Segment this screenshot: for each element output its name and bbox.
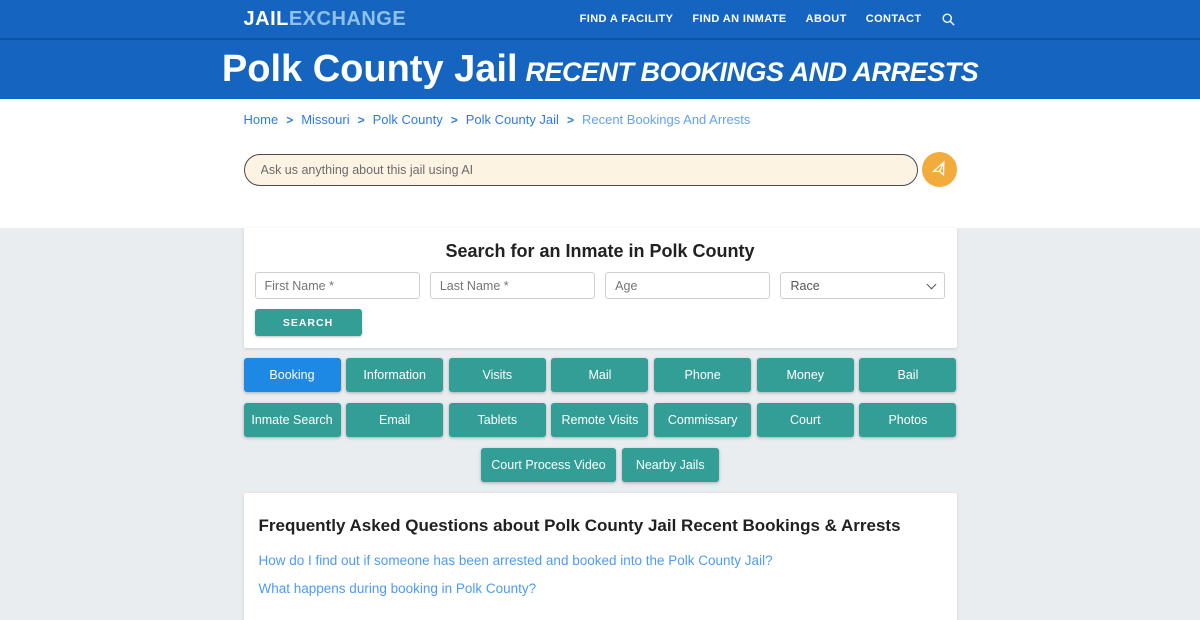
ai-send-button[interactable]: [922, 152, 957, 187]
top-bar: JAILEXCHANGE FIND A FACILITY FIND AN INM…: [0, 0, 1200, 40]
service-row-3: Court Process Video Nearby Jails: [244, 448, 957, 482]
faq-question-booking-process[interactable]: What happens during booking in Polk Coun…: [259, 581, 942, 596]
service-button-bail[interactable]: Bail: [859, 358, 956, 392]
nav-find-a-facility[interactable]: FIND A FACILITY: [580, 13, 674, 25]
chevron-right-icon: >: [286, 113, 293, 127]
top-nav: FIND A FACILITY FIND AN INMATE ABOUT CON…: [580, 11, 957, 27]
search-icon[interactable]: [941, 11, 957, 27]
service-button-grid: Booking Information Visits Mail Phone Mo…: [244, 358, 957, 482]
page-title-subtitle: RECENT BOOKINGS AND ARRESTS: [526, 57, 979, 87]
chevron-right-icon: >: [451, 113, 458, 127]
service-row-1: Booking Information Visits Mail Phone Mo…: [244, 358, 957, 392]
chevron-right-icon: >: [358, 113, 365, 127]
race-select[interactable]: Race: [780, 272, 945, 299]
service-button-visits[interactable]: Visits: [449, 358, 546, 392]
service-button-nearby-jails[interactable]: Nearby Jails: [622, 448, 719, 482]
page-title: Polk County Jail RECENT BOOKINGS AND ARRE…: [222, 48, 978, 91]
ai-ask-bar: [244, 152, 957, 187]
service-button-inmate-search[interactable]: Inmate Search: [244, 403, 341, 437]
service-row-2: Inmate Search Email Tablets Remote Visit…: [244, 403, 957, 437]
faq-card: Frequently Asked Questions about Polk Co…: [244, 493, 957, 620]
faq-question-arrested-booked[interactable]: How do I find out if someone has been ar…: [259, 553, 942, 568]
chevron-right-icon: >: [567, 113, 574, 127]
service-button-booking[interactable]: Booking: [244, 358, 341, 392]
breadcrumb-recent-bookings[interactable]: Recent Bookings And Arrests: [582, 112, 750, 127]
inmate-search-card: Search for an Inmate in Polk County Race…: [244, 228, 957, 348]
nav-find-an-inmate[interactable]: FIND AN INMATE: [692, 13, 786, 25]
service-button-information[interactable]: Information: [346, 358, 443, 392]
breadcrumb-polk-county[interactable]: Polk County: [373, 112, 443, 127]
service-button-email[interactable]: Email: [346, 403, 443, 437]
search-button[interactable]: SEARCH: [255, 309, 362, 336]
first-name-field[interactable]: [255, 272, 420, 299]
jailexchange-logo[interactable]: JAILEXCHANGE: [244, 8, 407, 31]
nav-about[interactable]: ABOUT: [806, 13, 847, 25]
breadcrumb: Home > Missouri > Polk County > Polk Cou…: [244, 112, 957, 127]
main-content-area: Search for an Inmate in Polk County Race…: [0, 228, 1200, 620]
service-button-phone[interactable]: Phone: [654, 358, 751, 392]
logo-jail-text: JAIL: [244, 8, 289, 30]
nav-contact[interactable]: CONTACT: [866, 13, 922, 25]
race-select-wrap: Race: [780, 272, 945, 299]
breadcrumb-search-strip: Home > Missouri > Polk County > Polk Cou…: [0, 99, 1200, 203]
service-button-remote-visits[interactable]: Remote Visits: [551, 403, 648, 437]
page-title-main: Polk County Jail: [222, 48, 518, 90]
service-button-court[interactable]: Court: [757, 403, 854, 437]
breadcrumb-home[interactable]: Home: [244, 112, 279, 127]
service-button-court-process-video[interactable]: Court Process Video: [481, 448, 615, 482]
inmate-search-fields: Race: [255, 272, 946, 299]
service-button-money[interactable]: Money: [757, 358, 854, 392]
breadcrumb-missouri[interactable]: Missouri: [301, 112, 349, 127]
paper-plane-icon: [928, 159, 949, 180]
breadcrumb-polk-county-jail[interactable]: Polk County Jail: [466, 112, 559, 127]
inmate-search-title: Search for an Inmate in Polk County: [255, 240, 946, 262]
logo-exchange-text: EXCHANGE: [289, 8, 406, 30]
page-title-banner: Polk County Jail RECENT BOOKINGS AND ARRE…: [0, 40, 1200, 99]
service-button-mail[interactable]: Mail: [551, 358, 648, 392]
service-button-tablets[interactable]: Tablets: [449, 403, 546, 437]
last-name-field[interactable]: [430, 272, 595, 299]
service-button-photos[interactable]: Photos: [859, 403, 956, 437]
service-button-commissary[interactable]: Commissary: [654, 403, 751, 437]
faq-links: How do I find out if someone has been ar…: [259, 553, 942, 596]
age-field[interactable]: [605, 272, 770, 299]
faq-heading: Frequently Asked Questions about Polk Co…: [259, 516, 942, 536]
ai-ask-input[interactable]: [244, 154, 918, 186]
